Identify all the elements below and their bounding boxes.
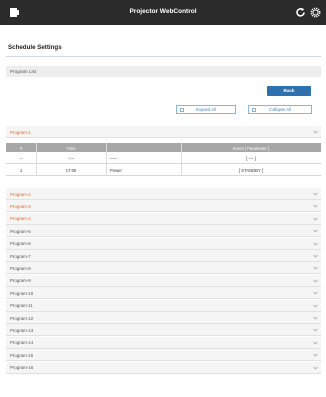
program-label: Program-11: [10, 303, 33, 309]
col-time-header: Time: [66, 145, 76, 151]
program-row[interactable]: Program-7: [6, 250, 321, 262]
program-label: Program-5: [10, 228, 31, 234]
program-label: Program-4: [10, 216, 31, 222]
col-num-header: #: [19, 145, 23, 151]
chevron-down-icon: [313, 130, 318, 134]
chevron-down-icon: [313, 353, 318, 357]
program-row[interactable]: Program-16: [6, 361, 321, 374]
chevron-down-icon: [313, 242, 318, 246]
program-row-1[interactable]: Program-1: [6, 126, 321, 138]
refresh-icon[interactable]: [295, 7, 306, 18]
program-label: Program-10: [10, 290, 34, 296]
program-row[interactable]: Program-5: [6, 225, 321, 238]
program-label: Program-1: [10, 129, 31, 135]
program-label: Program-16: [10, 365, 34, 371]
chevron-down-icon: [313, 316, 318, 320]
table-header: # Time Event [ Parameter ]: [6, 143, 321, 152]
chevron-down-icon: [313, 279, 318, 283]
section-label: Program List: [10, 69, 37, 74]
table-row[interactable]: – –:– ––– [ –– ]: [6, 152, 321, 164]
program-label: Program-2: [10, 191, 31, 197]
row-num: –: [19, 156, 23, 161]
chevron-down-icon: [313, 254, 318, 258]
program-row[interactable]: Program-2: [6, 188, 321, 200]
row-time: –:–: [68, 156, 74, 161]
program-row[interactable]: Program-10: [6, 287, 321, 300]
program-label: Program-13: [10, 327, 34, 333]
chevron-down-icon: [313, 229, 318, 233]
gear-icon[interactable]: [310, 7, 321, 18]
program-row[interactable]: Program-8: [6, 262, 321, 275]
row-time: 17:00: [65, 168, 77, 173]
chevron-down-icon: [313, 341, 318, 345]
program-row[interactable]: Program-15: [6, 349, 321, 362]
program-label: Program-12: [10, 315, 34, 321]
row-param: [ –– ]: [246, 156, 256, 161]
section-header: Program List: [6, 66, 321, 77]
program-label: Program-6: [10, 241, 31, 247]
chevron-down-icon: [313, 266, 318, 270]
chevron-down-icon: [313, 291, 318, 295]
collapse-all-button[interactable]: Collapse All: [248, 105, 312, 114]
program-label: Program-9: [10, 278, 31, 284]
chevron-down-icon: [313, 366, 318, 370]
row-num: 1: [19, 168, 23, 173]
program-label: Program-15: [10, 352, 34, 358]
program-row[interactable]: Program-3: [6, 200, 321, 213]
collapse-all-label: Collapse All: [269, 107, 291, 112]
program-label: Program-3: [10, 203, 31, 209]
program-label: Program-8: [10, 265, 31, 271]
program-row[interactable]: Program-11: [6, 299, 321, 312]
app-title: Projector WebControl: [129, 8, 197, 15]
column-divider: [106, 143, 107, 176]
column-divider: [36, 143, 37, 176]
program-row[interactable]: Program-12: [6, 312, 321, 324]
chevron-down-icon: [313, 217, 318, 221]
program-row[interactable]: Program-14: [6, 336, 321, 349]
top-bar: Projector WebControl: [0, 0, 326, 25]
chevron-down-icon: [313, 304, 318, 308]
row-param: [ STANDBY ]: [238, 168, 264, 173]
page-title: Schedule Settings: [8, 44, 62, 51]
table-row[interactable]: 1 17:00 Power [ STANDBY ]: [6, 164, 321, 176]
col-event-header: Event [ Parameter ]: [232, 145, 270, 151]
program-row[interactable]: Program-4: [6, 212, 321, 225]
chevron-down-icon: [313, 192, 318, 196]
expand-all-button[interactable]: Expand All: [176, 105, 236, 114]
column-divider: [181, 143, 182, 176]
expand-all-label: Expand All: [196, 107, 216, 112]
row-event: –––: [110, 156, 117, 161]
title-divider: [6, 56, 321, 57]
program-row[interactable]: Program-9: [6, 274, 321, 287]
row-event: Power: [110, 168, 122, 173]
chevron-down-icon: [313, 328, 318, 332]
back-button[interactable]: Back: [267, 86, 311, 96]
program-label: Program-14: [10, 340, 34, 346]
chevron-down-icon: [313, 204, 318, 208]
program-row[interactable]: Program-13: [6, 324, 321, 337]
program-row[interactable]: Program-6: [6, 237, 321, 250]
program-label: Program-7: [10, 253, 31, 259]
